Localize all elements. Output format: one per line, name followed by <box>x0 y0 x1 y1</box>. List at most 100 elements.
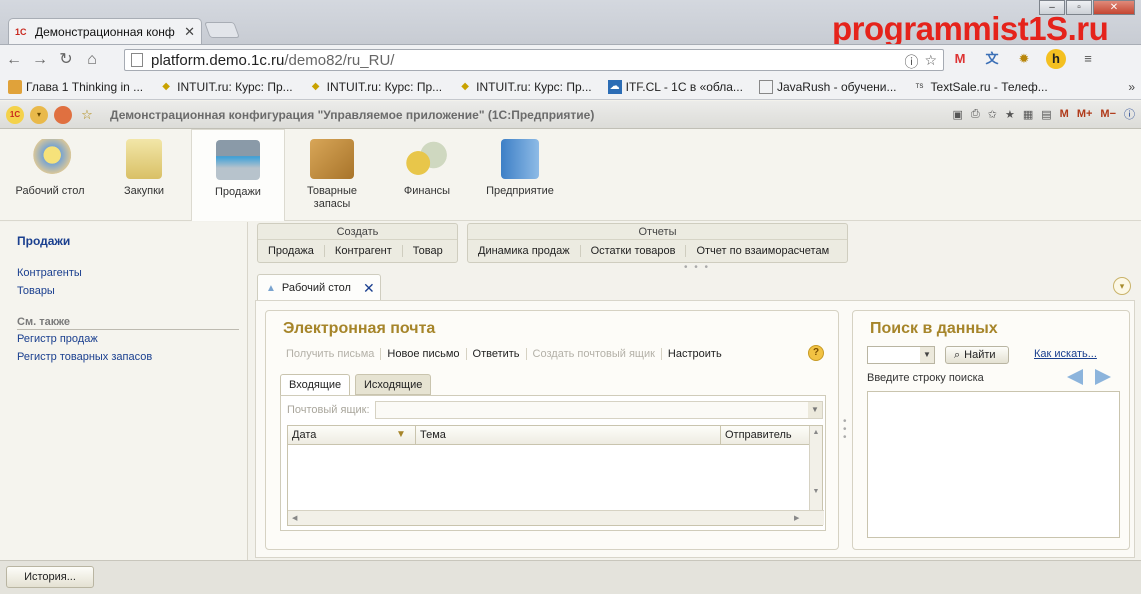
chevron-down-icon[interactable]: ▼ <box>920 347 934 363</box>
h-extension-icon[interactable]: h <box>1046 49 1066 69</box>
previous-arrow-icon[interactable] <box>1067 369 1083 385</box>
favorites-star-icon[interactable]: ☆ <box>78 106 96 124</box>
section-inventory[interactable]: Товарные запасы <box>296 129 368 221</box>
report-settlements[interactable]: Отчет по взаиморасчетам <box>686 245 839 257</box>
minimize-icon[interactable]: ‒ <box>1039 0 1065 15</box>
create-contractor-button[interactable]: Контрагент <box>325 245 403 257</box>
scroll-left-icon[interactable]: ◀ <box>292 514 297 522</box>
report-sales-dynamics[interactable]: Динамика продаж <box>468 245 581 257</box>
create-mailbox-button[interactable]: Создать почтовый ящик <box>527 348 662 360</box>
bookmarks-bar: Глава 1 Thinking in ... ◆ INTUIT.ru: Курс… <box>0 74 1141 100</box>
calendar-icon[interactable]: ▤ <box>1041 108 1051 121</box>
section-finance[interactable]: Финансы <box>391 129 463 221</box>
scroll-up-icon[interactable]: ▲ <box>810 429 822 436</box>
nav-link-contractors[interactable]: Контрагенты <box>17 267 82 279</box>
section-desktop[interactable]: Рабочий стол <box>14 129 86 221</box>
tab-close-icon[interactable]: ✕ <box>184 24 195 40</box>
desk-lamp-icon <box>28 139 72 179</box>
1c-logo-icon[interactable]: 1С <box>6 105 24 124</box>
translate-icon[interactable]: 文 <box>982 49 1002 69</box>
report-stock-balance[interactable]: Остатки товаров <box>581 245 687 257</box>
bookmark-item[interactable]: ◆ INTUIT.ru: Курс: Пр... <box>159 80 292 94</box>
bookmark-item[interactable]: Глава 1 Thinking in ... <box>8 79 143 94</box>
maximize-icon[interactable]: ▫ <box>1066 0 1092 15</box>
settings-button[interactable]: Настроить <box>662 348 728 360</box>
search-results-box[interactable] <box>867 391 1120 538</box>
how-to-search-link[interactable]: Как искать... <box>1034 348 1097 360</box>
tab-outbox[interactable]: Исходящие <box>355 374 432 395</box>
window-close-icon[interactable]: ✕ <box>1093 0 1135 15</box>
search-input[interactable]: ▼ <box>867 346 935 364</box>
column-sender[interactable]: Отправитель <box>725 429 792 441</box>
history-button[interactable]: История... <box>6 566 94 588</box>
browser-tab[interactable]: 1С Демонстрационная конф ✕ <box>8 18 202 44</box>
section-enterprise[interactable]: Предприятие <box>480 129 560 221</box>
section-sales[interactable]: Продажи <box>191 129 285 221</box>
tab-list-dropdown-icon[interactable]: ▾ <box>1113 277 1131 295</box>
calculator-icon[interactable]: ▦ <box>1023 108 1033 121</box>
column-subject[interactable]: Тема <box>420 429 446 441</box>
forward-arrow-icon[interactable]: → <box>28 48 52 72</box>
create-sale-button[interactable]: Продажа <box>258 245 325 257</box>
column-date[interactable]: Дата <box>292 429 316 441</box>
add-favorite-icon[interactable]: ✩ <box>988 108 997 121</box>
bookmark-item[interactable]: ◆ INTUIT.ru: Курс: Пр... <box>309 80 442 94</box>
nav-link-goods[interactable]: Товары <box>17 285 55 297</box>
scroll-right-icon[interactable]: ▶ <box>794 514 799 522</box>
vertical-scrollbar[interactable]: ▲ ▼ <box>809 426 822 510</box>
home-circle-icon[interactable] <box>54 105 72 124</box>
info-icon[interactable]: ⓘ <box>1124 106 1135 122</box>
magnifier-icon: ⌕ <box>954 349 961 361</box>
bookmark-item[interactable]: ☁ ITF.CL - 1С в «обла... <box>607 79 743 94</box>
menu-icon[interactable]: ≡ <box>1078 49 1098 69</box>
memory-minus-button[interactable]: M− <box>1100 108 1116 120</box>
scroll-down-icon[interactable]: ▼ <box>810 488 822 495</box>
memory-button[interactable]: M <box>1060 108 1069 120</box>
menu-dropdown-icon[interactable]: ▾ <box>30 105 48 124</box>
reply-button[interactable]: Ответить <box>467 348 527 360</box>
reload-icon[interactable]: ↻ <box>54 48 78 72</box>
help-icon[interactable]: ? <box>808 345 824 361</box>
bookmark-item[interactable]: ◆ INTUIT.ru: Курс: Пр... <box>458 80 591 94</box>
tab-desktop-label: Рабочий стол <box>281 282 351 294</box>
close-tab-icon[interactable]: ✕ <box>363 280 375 297</box>
create-goods-button[interactable]: Товар <box>403 245 453 257</box>
gear-extension-icon[interactable]: ✹ <box>1014 49 1034 69</box>
bookmark-item[interactable]: TS TextSale.ru - Телеф... <box>913 80 1048 94</box>
bookmark-item[interactable]: JavaRush - обучени... <box>758 79 897 94</box>
back-arrow-icon[interactable]: ← <box>2 48 26 72</box>
nav-link-sales-register[interactable]: Регистр продаж <box>17 333 98 345</box>
splitter-handle[interactable]: • • • <box>684 262 710 273</box>
bookmark-star-icon[interactable]: ☆ <box>924 52 937 72</box>
find-button[interactable]: ⌕ Найти <box>945 346 1009 364</box>
info-icon[interactable]: ⓘ <box>904 52 918 72</box>
home-icon[interactable]: ⌂ <box>80 48 104 72</box>
cash-register-icon <box>216 140 260 180</box>
section-label: Рабочий стол <box>15 185 85 197</box>
new-mail-button[interactable]: Новое письмо <box>381 348 467 360</box>
folder-icon <box>8 79 22 94</box>
gmail-icon[interactable]: M <box>950 49 970 69</box>
tab-inbox[interactable]: Входящие <box>280 374 351 395</box>
bookmarks-more[interactable]: » <box>1128 80 1135 94</box>
section-purchases[interactable]: Закупки <box>108 129 180 221</box>
filter-icon[interactable]: ▼ <box>396 429 406 440</box>
address-bar[interactable]: platform.demo.1c.ru/demo82/ru_RU/ ⓘ ☆ <box>124 49 944 71</box>
tab-desktop[interactable]: ▲ Рабочий стол ✕ <box>257 274 381 301</box>
email-table[interactable]: Дата ▼ Тема Отправитель ▲ ▼ ◀ ▶ <box>287 425 824 526</box>
print-icon[interactable]: ⎙ <box>971 108 980 121</box>
create-group: Создать Продажа Контрагент Товар <box>257 223 458 263</box>
horizontal-scrollbar[interactable]: ◀ ▶ <box>288 510 824 525</box>
memory-plus-button[interactable]: M+ <box>1077 108 1093 120</box>
new-tab-button[interactable] <box>204 22 240 38</box>
favorites-icon[interactable]: ★ <box>1005 108 1015 121</box>
get-mail-button[interactable]: Получить письма <box>280 348 382 360</box>
next-arrow-icon[interactable] <box>1095 369 1111 385</box>
mailbox-select[interactable]: ▼ <box>375 401 823 419</box>
panel-splitter-handle[interactable]: • • • <box>843 417 849 443</box>
nav-title: Продажи <box>17 234 71 248</box>
page-icon <box>758 79 773 94</box>
save-icon[interactable]: ▣ <box>953 108 963 121</box>
chevron-down-icon[interactable]: ▼ <box>808 402 822 418</box>
nav-link-inventory-register[interactable]: Регистр товарных запасов <box>17 351 152 363</box>
